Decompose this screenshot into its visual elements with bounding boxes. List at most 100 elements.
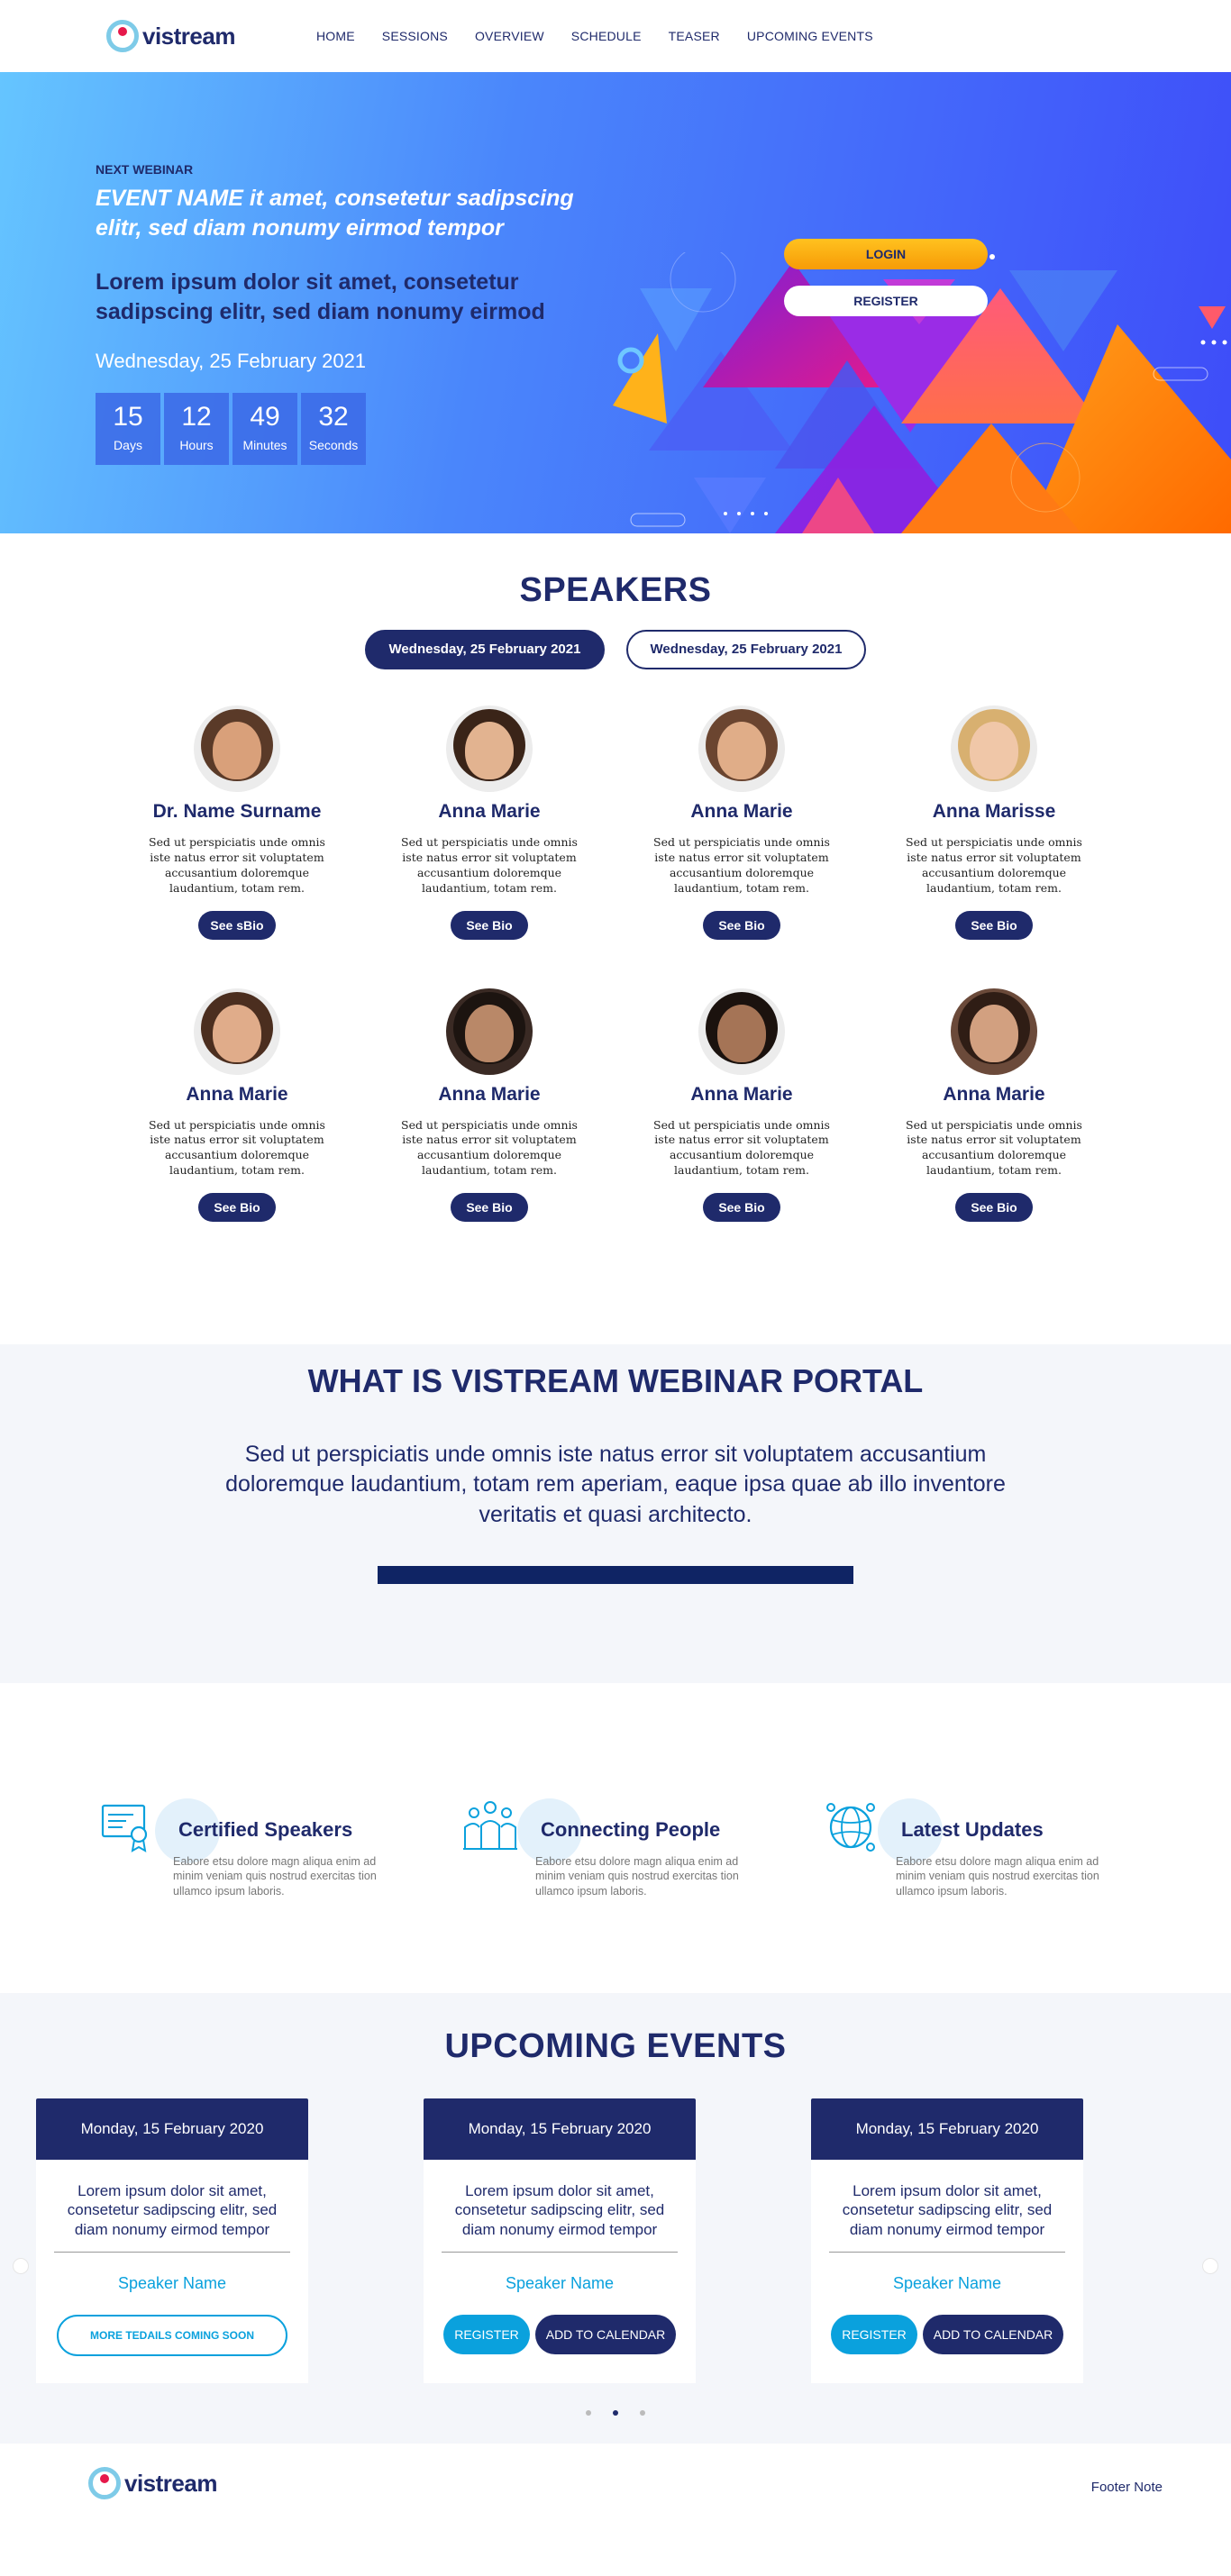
- logo-text: vistream: [124, 2469, 217, 2497]
- see-bio-button[interactable]: See Bio: [451, 910, 528, 940]
- event-divider: [54, 2251, 290, 2253]
- hero-event-name: EVENT NAME it amet, consetetur sadipscin…: [96, 186, 574, 241]
- date-tab-2[interactable]: Wednesday, 25 February 2021: [626, 630, 866, 669]
- carousel-prev-button[interactable]: [13, 2258, 29, 2274]
- feature-text: Eabore etsu dolore magn aliqua enim ad m…: [896, 1855, 1099, 1898]
- countdown-hours: 12 Hours: [164, 393, 229, 465]
- event-speaker[interactable]: Speaker Name: [54, 2274, 290, 2293]
- carousel-dots: [0, 2410, 1231, 2416]
- event-description: Lorem ipsum dolor sit amet, consetetur s…: [454, 2182, 665, 2238]
- speaker-name: Anna Marie: [438, 1083, 541, 1105]
- event-register-button[interactable]: REGISTER: [443, 2314, 530, 2354]
- hero-kicker: NEXT WEBINAR: [96, 162, 194, 177]
- speaker-card: Anna Marie Sed ut perspiciatis unde omnis…: [868, 988, 1120, 1222]
- brand-logo[interactable]: vistream: [106, 20, 235, 52]
- countdown-seconds: 32 Seconds: [301, 393, 366, 465]
- logo-mark-icon: [106, 20, 139, 52]
- speaker-avatar: [446, 988, 533, 1075]
- nav-sessions[interactable]: SESSIONS: [382, 29, 448, 43]
- speaker-bio: Sed ut perspiciatis unde omnis iste natu…: [401, 1117, 578, 1178]
- see-bio-button[interactable]: See Bio: [451, 1193, 528, 1222]
- speaker-name: Anna Marie: [186, 1083, 288, 1105]
- speaker-grid: Dr. Name Surname Sed ut perspiciatis unde…: [0, 705, 1231, 1222]
- speaker-avatar: [951, 705, 1037, 792]
- speakers-title: SPEAKERS: [519, 571, 712, 609]
- event-speaker[interactable]: Speaker Name: [829, 2274, 1065, 2293]
- register-button[interactable]: REGISTER: [784, 286, 988, 316]
- nav-teaser[interactable]: TEASER: [669, 29, 720, 43]
- carousel-dot[interactable]: [640, 2410, 645, 2416]
- events-carousel: Monday, 15 February 2020 Lorem ipsum dol…: [36, 2098, 1231, 2383]
- speaker-avatar: [698, 705, 785, 792]
- event-date: Monday, 15 February 2020: [424, 2098, 696, 2160]
- nav-upcoming-events[interactable]: UPCOMING EVENTS: [747, 29, 873, 43]
- certificate-icon: [101, 1804, 148, 1852]
- speaker-name: Anna Marie: [943, 1083, 1045, 1105]
- nav-overview[interactable]: OVERVIEW: [475, 29, 544, 43]
- feature-text: Eabore etsu dolore magn aliqua enim ad m…: [535, 1855, 739, 1898]
- countdown-label: Minutes: [242, 438, 287, 452]
- speaker-card: Dr. Name Surname Sed ut perspiciatis unde…: [111, 705, 363, 940]
- speaker-card: Anna Marie Sed ut perspiciatis unde omnis…: [363, 705, 616, 940]
- see-bio-button[interactable]: See Bio: [955, 1193, 1033, 1222]
- carousel-dot[interactable]: [613, 2410, 618, 2416]
- speaker-card: Anna Marie Sed ut perspiciatis unde omnis…: [616, 705, 868, 940]
- event-actions: REGISTER ADD TO CALENDAR: [442, 2314, 678, 2354]
- more-details-button[interactable]: MORE TEDAILS COMING SOON: [57, 2314, 287, 2356]
- speaker-bio: Sed ut perspiciatis unde omnis iste natu…: [906, 1117, 1082, 1178]
- speaker-bio: Sed ut perspiciatis unde omnis iste natu…: [149, 1117, 325, 1178]
- see-bio-button[interactable]: See Bio: [955, 910, 1033, 940]
- whatis-section: WHAT IS VISTREAM WEBINAR PORTAL Sed ut p…: [0, 1344, 1231, 1683]
- people-icon: [463, 1801, 517, 1850]
- speaker-name: Anna Marie: [690, 801, 793, 822]
- nav-home[interactable]: HOME: [316, 29, 355, 43]
- speaker-avatar: [698, 988, 785, 1075]
- login-button[interactable]: LOGIN: [784, 239, 988, 269]
- features-section: Certified Speakers Eabore etsu dolore ma…: [0, 1683, 1231, 1993]
- countdown-minutes: 49 Minutes: [233, 393, 297, 465]
- event-card: Monday, 15 February 2020 Lorem ipsum dol…: [424, 2098, 696, 2383]
- event-speaker[interactable]: Speaker Name: [442, 2274, 678, 2293]
- whatis-title: WHAT IS VISTREAM WEBINAR PORTAL: [307, 1362, 924, 1399]
- event-description: Lorem ipsum dolor sit amet, consetetur s…: [842, 2182, 1053, 2238]
- event-divider: [829, 2251, 1065, 2253]
- event-register-button[interactable]: REGISTER: [831, 2314, 917, 2354]
- whatis-text: Sed ut perspiciatis unde omnis iste natu…: [225, 1442, 1006, 1527]
- date-tab-1[interactable]: Wednesday, 25 February 2021: [365, 630, 605, 669]
- top-nav: vistream HOME SESSIONS OVERVIEW SCHEDULE…: [0, 0, 1231, 72]
- speaker-card: Anna Marisse Sed ut perspiciatis unde omn…: [868, 705, 1120, 940]
- logo-mark-icon: [88, 2467, 121, 2499]
- speaker-bio: Sed ut perspiciatis unde omnis iste natu…: [149, 835, 325, 895]
- nav-links: HOME SESSIONS OVERVIEW SCHEDULE TEASER U…: [316, 29, 900, 43]
- see-bio-button[interactable]: See Bio: [198, 1193, 276, 1222]
- speaker-name: Anna Marie: [690, 1083, 793, 1105]
- carousel-next-button[interactable]: [1202, 2258, 1218, 2274]
- feature-text: Eabore etsu dolore magn aliqua enim ad m…: [173, 1855, 377, 1898]
- footer-logo[interactable]: vistream: [88, 2467, 217, 2499]
- event-description: Lorem ipsum dolor sit amet, consetetur s…: [67, 2182, 278, 2238]
- event-body: Lorem ipsum dolor sit amet, consetetur s…: [811, 2181, 1083, 2354]
- speaker-bio: Sed ut perspiciatis unde omnis iste natu…: [906, 835, 1082, 895]
- speaker-card: Anna Marie Sed ut perspiciatis unde omnis…: [111, 988, 363, 1222]
- countdown-value: 32: [318, 402, 349, 432]
- hero-content: NEXT WEBINAR EVENT NAME it amet, consete…: [96, 162, 600, 465]
- see-bio-button[interactable]: See Bio: [703, 910, 780, 940]
- event-actions: REGISTER ADD TO CALENDAR: [829, 2314, 1065, 2354]
- event-card: Monday, 15 February 2020 Lorem ipsum dol…: [36, 2098, 308, 2383]
- carousel-dot[interactable]: [586, 2410, 591, 2416]
- see-bio-button[interactable]: See sBio: [198, 910, 276, 940]
- nav-schedule[interactable]: SCHEDULE: [571, 29, 642, 43]
- speaker-card: Anna Marie Sed ut perspiciatis unde omnis…: [616, 988, 868, 1222]
- speaker-avatar: [951, 988, 1037, 1075]
- see-bio-button[interactable]: See Bio: [703, 1193, 780, 1222]
- speaker-avatar: [194, 705, 280, 792]
- event-body: Lorem ipsum dolor sit amet, consetetur s…: [424, 2181, 696, 2354]
- upcoming-title: UPCOMING EVENTS: [444, 2027, 787, 2065]
- add-to-calendar-button[interactable]: ADD TO CALENDAR: [535, 2314, 676, 2354]
- add-to-calendar-button[interactable]: ADD TO CALENDAR: [923, 2314, 1063, 2354]
- logo-text: vistream: [142, 22, 235, 50]
- hero-subtitle: Lorem ipsum dolor sit amet, consetetur s…: [96, 269, 545, 324]
- countdown-days: 15 Days: [96, 393, 160, 465]
- feature-title: Certified Speakers: [178, 1818, 353, 1841]
- upcoming-events-section: UPCOMING EVENTS Monday, 15 February 2020…: [0, 1993, 1231, 2444]
